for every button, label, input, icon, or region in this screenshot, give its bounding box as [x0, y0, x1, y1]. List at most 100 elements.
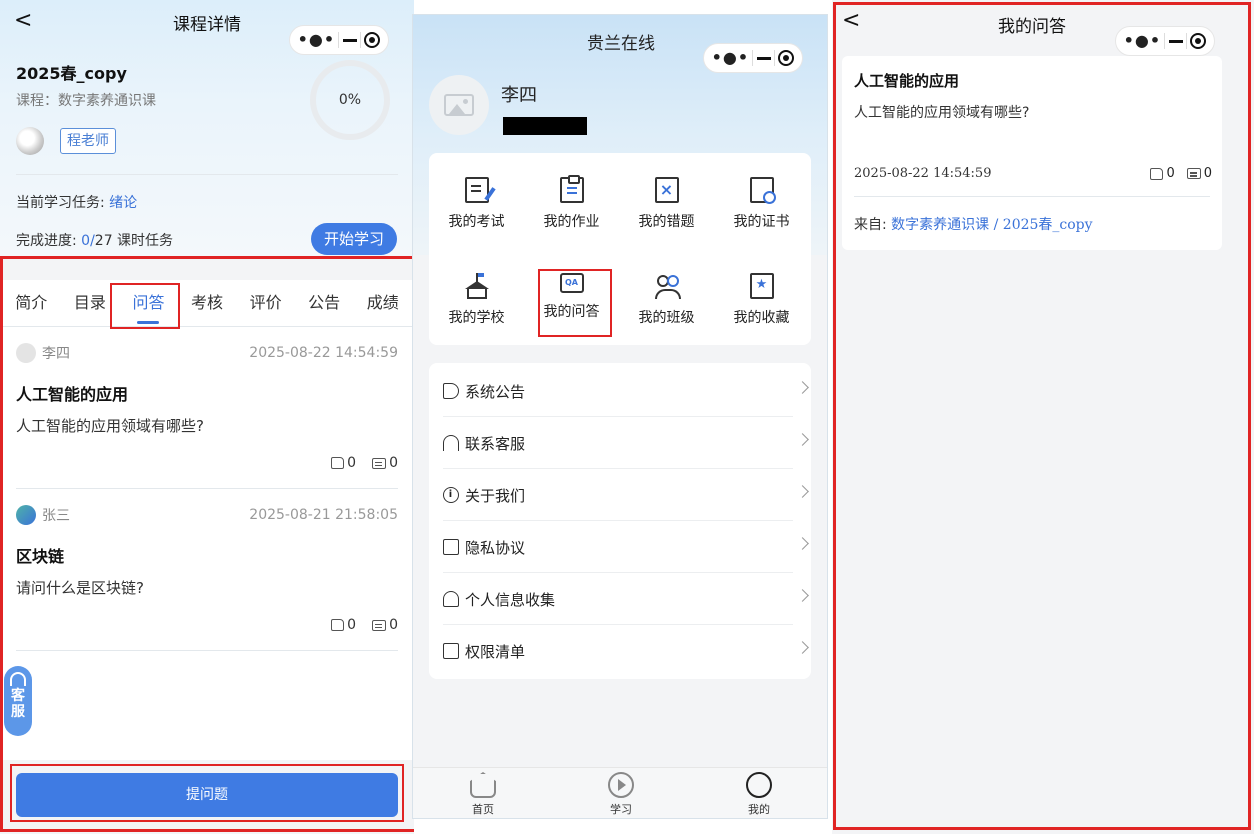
tab-review[interactable]: 评价 — [236, 280, 295, 326]
course-tabs: 简介 目录 问答 考核 评价 公告 成绩 — [2, 280, 412, 326]
more-icon[interactable]: •●• — [298, 32, 335, 48]
more-icon[interactable]: •●• — [1124, 33, 1161, 49]
grid-item-label: 我的错题 — [638, 214, 695, 230]
comment-value: 0 — [389, 455, 398, 471]
person-icon — [443, 591, 459, 607]
question-stats: 0 0 — [1150, 166, 1212, 181]
current-task-link[interactable]: 绪论 — [109, 195, 137, 211]
like-count[interactable]: 0 — [1150, 166, 1175, 181]
miniprogram-capsule: •●• — [289, 25, 389, 55]
avatar — [16, 343, 36, 363]
tab-qa[interactable]: 问答 — [119, 280, 178, 326]
tab-notice[interactable]: 公告 — [295, 280, 354, 326]
tabbar-item-home[interactable]: 首页 — [453, 772, 513, 817]
menu-item-label: 联系客服 — [465, 434, 526, 453]
start-learning-button[interactable]: 开始学习 — [311, 223, 397, 255]
comment-count[interactable]: 0 — [372, 617, 398, 633]
divider — [854, 196, 1210, 197]
teacher-tag[interactable]: 程老师 — [60, 128, 116, 154]
menu-item-about-us[interactable]: 关于我们 — [443, 469, 809, 521]
teacher-avatar — [16, 127, 44, 155]
grid-item-school[interactable]: 我的学校 — [429, 273, 524, 327]
course-name: 课程：数字素养通识课 — [16, 93, 156, 109]
menu-item-label: 系统公告 — [465, 382, 526, 401]
grid-item-favorites[interactable]: 我的收藏 — [714, 273, 809, 327]
menu-item-system-notice[interactable]: 系统公告 — [443, 365, 809, 417]
image-placeholder-icon — [444, 94, 474, 116]
headset-icon — [10, 672, 26, 686]
like-count[interactable]: 0 — [331, 455, 356, 471]
question-source: 来自: 数字素养通识课 / 2025春_copy — [854, 214, 1093, 234]
comment-icon — [1186, 168, 1201, 179]
grid-item-wrong-questions[interactable]: 我的错题 — [619, 177, 714, 231]
grid-item-label: 我的证书 — [733, 214, 790, 230]
tab-catalog[interactable]: 目录 — [61, 280, 120, 326]
close-target-icon[interactable] — [364, 32, 381, 48]
question-title: 区块链 — [16, 547, 65, 566]
menu-item-contact-service[interactable]: 联系客服 — [443, 417, 809, 469]
comment-value: 0 — [389, 617, 398, 633]
customer-service-float-button[interactable]: 客服 — [4, 666, 32, 736]
thumbs-up-icon — [331, 619, 345, 631]
question-time: 2025-08-22 14:54:59 — [249, 345, 398, 361]
tabbar-item-study[interactable]: 学习 — [591, 772, 651, 817]
certificate-icon — [749, 177, 776, 204]
chevron-right-icon — [796, 433, 809, 446]
source-link[interactable]: 数字素养通识课 / 2025春_copy — [891, 217, 1092, 233]
minimize-icon[interactable] — [342, 38, 357, 42]
tab-intro[interactable]: 简介 — [2, 280, 61, 326]
tabbar-label: 学习 — [610, 803, 632, 816]
divider — [16, 174, 398, 175]
more-icon[interactable]: •●• — [712, 50, 749, 66]
grid-item-exam[interactable]: 我的考试 — [429, 177, 524, 231]
minimize-icon[interactable] — [1168, 39, 1183, 43]
menu-item-permissions[interactable]: 权限清单 — [443, 625, 809, 677]
ask-question-button[interactable]: 提问题 — [16, 773, 398, 817]
completion-done: 0/ — [81, 233, 95, 249]
completion-total: 27 课时任务 — [94, 233, 174, 249]
list-item[interactable]: 李四 2025-08-22 14:54:59 人工智能的应用 人工智能的应用领域… — [16, 343, 398, 473]
qa-section: 简介 目录 问答 考核 评价 公告 成绩 李四 2025-08-22 14:54… — [2, 280, 412, 760]
menu-item-personal-info[interactable]: 个人信息收集 — [443, 573, 809, 625]
tab-assessment[interactable]: 考核 — [178, 280, 237, 326]
favorites-icon — [749, 273, 774, 299]
redacted-info — [503, 117, 587, 135]
grid-item-label: 我的班级 — [638, 310, 695, 326]
like-count[interactable]: 0 — [331, 617, 356, 633]
close-target-icon[interactable] — [1190, 33, 1207, 49]
grid-item-homework[interactable]: 我的作业 — [524, 175, 619, 231]
question-desc: 人工智能的应用领域有哪些? — [16, 417, 204, 435]
my-question-card[interactable]: 人工智能的应用 人工智能的应用领域有哪些? 2025-08-22 14:54:5… — [842, 56, 1222, 250]
grid-item-label: 我的作业 — [543, 214, 600, 230]
grid-item-label: 我的问答 — [543, 304, 600, 320]
home-icon — [470, 772, 496, 798]
grid-item-my-qa[interactable]: 我的问答 — [524, 273, 619, 321]
question-desc: 人工智能的应用领域有哪些? — [854, 105, 1030, 121]
tabbar-item-me[interactable]: 我的 — [729, 772, 789, 817]
info-icon — [443, 487, 459, 503]
grid-item-label: 我的考试 — [448, 214, 505, 230]
book-icon — [443, 539, 459, 555]
menu-item-label: 关于我们 — [465, 486, 526, 505]
close-target-icon[interactable] — [778, 50, 795, 66]
menu-item-privacy[interactable]: 隐私协议 — [443, 521, 809, 573]
comment-count[interactable]: 0 — [1186, 166, 1212, 181]
settings-menu: 系统公告 联系客服 关于我们 隐私协议 个人信息收集 权限清单 — [429, 363, 811, 679]
tab-score[interactable]: 成绩 — [353, 280, 412, 326]
school-icon — [464, 273, 490, 299]
miniprogram-capsule: •●• — [1115, 26, 1215, 56]
question-title: 人工智能的应用 — [854, 72, 960, 90]
author-name: 张三 — [42, 508, 70, 524]
question-desc: 请问什么是区块链? — [16, 579, 144, 597]
avatar — [16, 505, 36, 525]
chevron-right-icon — [796, 589, 809, 602]
completion-progress: 完成进度: 0/27 课时任务 — [16, 230, 173, 250]
grid-item-class[interactable]: 我的班级 — [619, 273, 714, 327]
grid-item-certificate[interactable]: 我的证书 — [714, 177, 809, 231]
user-avatar[interactable] — [429, 75, 489, 135]
wrong-questions-icon — [654, 177, 679, 203]
minimize-icon[interactable] — [756, 56, 771, 60]
comment-count[interactable]: 0 — [372, 455, 398, 471]
list-item[interactable]: 张三 2025-08-21 21:58:05 区块链 请问什么是区块链? 0 0 — [16, 505, 398, 635]
question-author: 李四 — [16, 343, 70, 363]
